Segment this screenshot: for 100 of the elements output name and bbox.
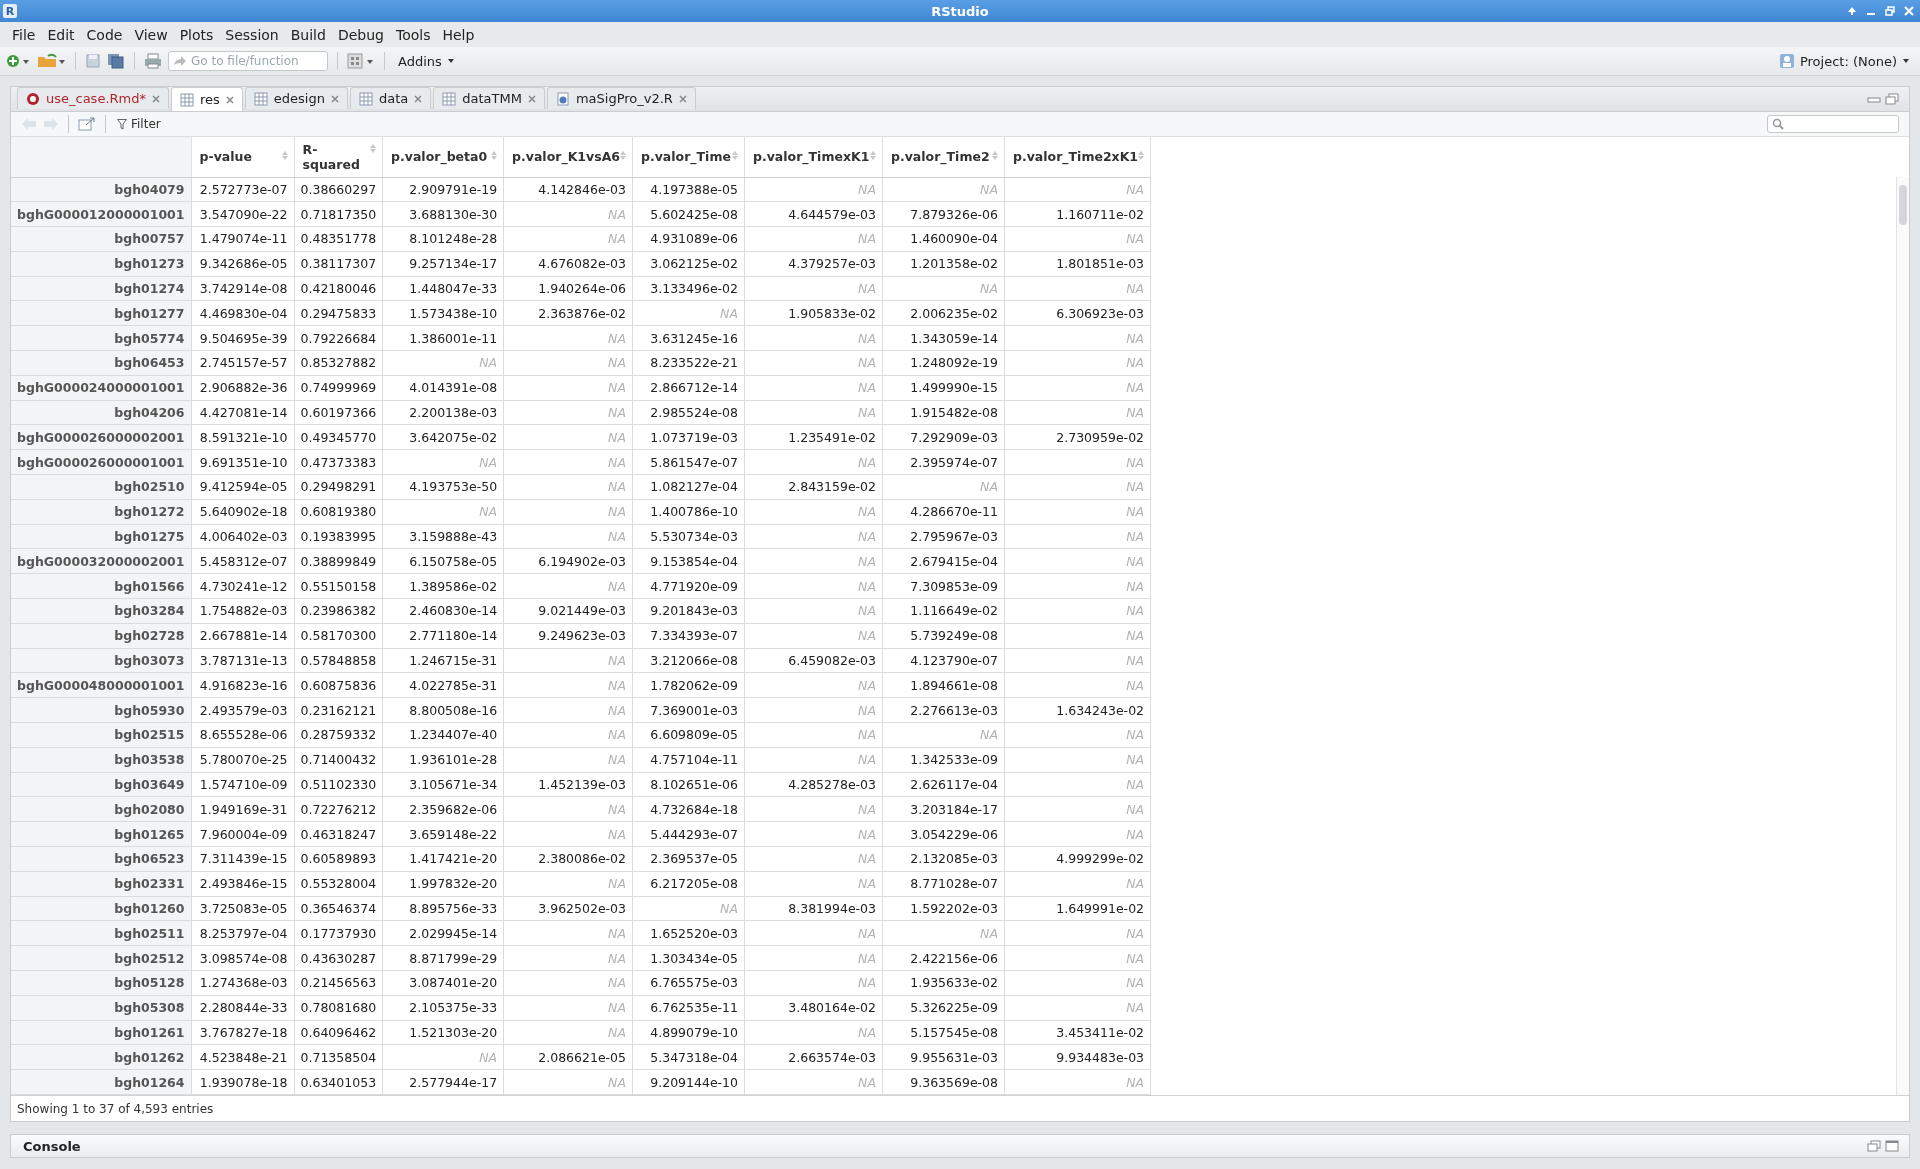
project-button[interactable]: Project: (None) [1774,51,1914,71]
table-cell: 8.381994e-03 [744,896,883,921]
table-cell: NA [1004,449,1151,475]
menu-item[interactable]: File [6,24,42,45]
table-cell: NA [744,177,883,202]
close-icon[interactable] [225,95,234,104]
column-header[interactable]: p.valor_beta0 [382,137,504,177]
table-cell: 0.36546374 [294,896,383,921]
table-cell: NA [1004,796,1151,822]
window-title: RStudio [931,3,989,19]
close-icon[interactable] [330,94,339,103]
tab-label: maSigPro_v2.R [575,91,673,106]
table-cell: NA [882,920,1005,946]
close-icon[interactable] [527,94,536,103]
table-cell: NA [503,821,633,847]
table-cell: 9.201843e-03 [632,598,745,624]
table-cell: 0.58170300 [294,623,383,649]
restore-icon[interactable] [1885,6,1895,16]
table-cell: 0.72276212 [294,796,383,822]
table-cell: 4.732684e-18 [632,796,745,822]
sort-icon [620,151,626,161]
search-field[interactable] [1767,115,1899,133]
menu-item[interactable]: View [128,24,174,45]
row-name: bghG000026000002001 [11,424,192,450]
table-cell: NA [1004,524,1151,549]
row-name: bgh02510 [11,474,192,500]
table-cell: 1.460090e-04 [882,226,1005,252]
table-cell: 0.23986382 [294,598,383,624]
close-icon[interactable] [152,94,160,103]
row-name: bgh05128 [11,970,192,996]
addins-button[interactable]: Addins [394,51,459,71]
row-name: bgh01260 [11,896,192,921]
table-cell: NA [382,1044,504,1070]
grid-icon[interactable] [347,53,375,69]
menu-item[interactable]: Debug [331,24,390,45]
row-name: bgh01273 [11,251,192,277]
menu-item[interactable]: Plots [173,24,220,45]
column-header[interactable]: p.valor_TimexK1 [744,137,883,177]
maximize-icon[interactable] [1885,1140,1899,1152]
table-cell: NA [1004,623,1151,649]
table-cell: NA [882,177,1005,202]
editor-tab[interactable]: dataTMM [433,87,545,109]
table-cell: NA [744,1020,883,1045]
menu-item[interactable]: Edit [41,24,81,45]
menu-item[interactable]: Code [80,24,129,45]
editor-tab[interactable]: use_case.Rmd* [17,87,169,109]
close-icon[interactable] [678,94,687,103]
column-header[interactable]: R-squared [294,137,383,177]
folder-icon[interactable] [36,53,66,69]
scrollbar-thumb[interactable] [1899,185,1907,225]
table-cell: NA [1004,350,1151,376]
table-cell: NA [1004,474,1151,500]
table-cell: 4.193753e-50 [382,474,504,500]
menu-item[interactable]: Build [284,24,332,45]
editor-tab[interactable]: res [171,87,243,111]
popout-icon[interactable] [78,117,96,131]
maximize-icon[interactable] [1885,93,1899,105]
table-cell: 2.663574e-03 [744,1044,883,1070]
table-cell: 5.347318e-04 [632,1044,745,1070]
table-cell: 6.217205e-08 [632,871,745,897]
save-icon[interactable] [85,53,101,69]
table-cell: NA [503,325,633,351]
table-cell: NA [382,499,504,525]
menu-item[interactable]: Tools [389,24,437,45]
table-cell: 3.725083e-05 [191,896,295,921]
table-cell: 5.640902e-18 [191,499,295,525]
column-header[interactable]: p.valor_K1vsA6 [503,137,633,177]
print-icon[interactable] [144,53,162,69]
editor-tab[interactable]: data [349,87,432,109]
close-icon[interactable] [414,94,423,103]
column-header[interactable]: p-value [191,137,295,177]
arrow-up-icon[interactable] [1847,6,1857,16]
row-name: bgh04079 [11,177,192,202]
table-cell: 3.212066e-08 [632,648,745,673]
table-cell: NA [1004,995,1151,1021]
table-cell: 8.233522e-21 [632,350,745,376]
table-cell: 8.102651e-06 [632,772,745,797]
menu-item[interactable]: Help [436,24,481,45]
table-cell: 1.073719e-03 [632,424,745,450]
table-cell: 9.257134e-17 [382,251,504,277]
save-all-icon[interactable] [107,53,125,69]
column-header[interactable]: p.valor_Time [632,137,745,177]
table-cell: 4.286670e-11 [882,499,1005,525]
column-header[interactable]: p.valor_Time2xK1 [1004,137,1151,177]
restore-icon[interactable] [1867,1140,1881,1152]
menu-item[interactable]: Session [219,24,285,45]
go-to-file-field[interactable]: Go to file/function [168,51,328,71]
table-cell: NA [1004,325,1151,351]
filter-button[interactable]: Filter [115,117,163,131]
editor-tab[interactable]: maSigPro_v2.R [546,87,696,109]
table-cell: 9.691351e-10 [191,449,295,475]
table-cell: 4.142846e-03 [503,177,633,202]
editor-tab[interactable]: edesign [244,87,348,109]
new-file-icon[interactable] [6,53,30,69]
table-cell: 8.655528e-06 [191,722,295,748]
table-cell: 1.303434e-05 [632,945,745,971]
table-cell: NA [1004,747,1151,773]
column-header[interactable]: p.valor_Time2 [882,137,1005,177]
table-cell: 3.203184e-17 [882,796,1005,822]
scrollbar[interactable] [1896,177,1909,1095]
